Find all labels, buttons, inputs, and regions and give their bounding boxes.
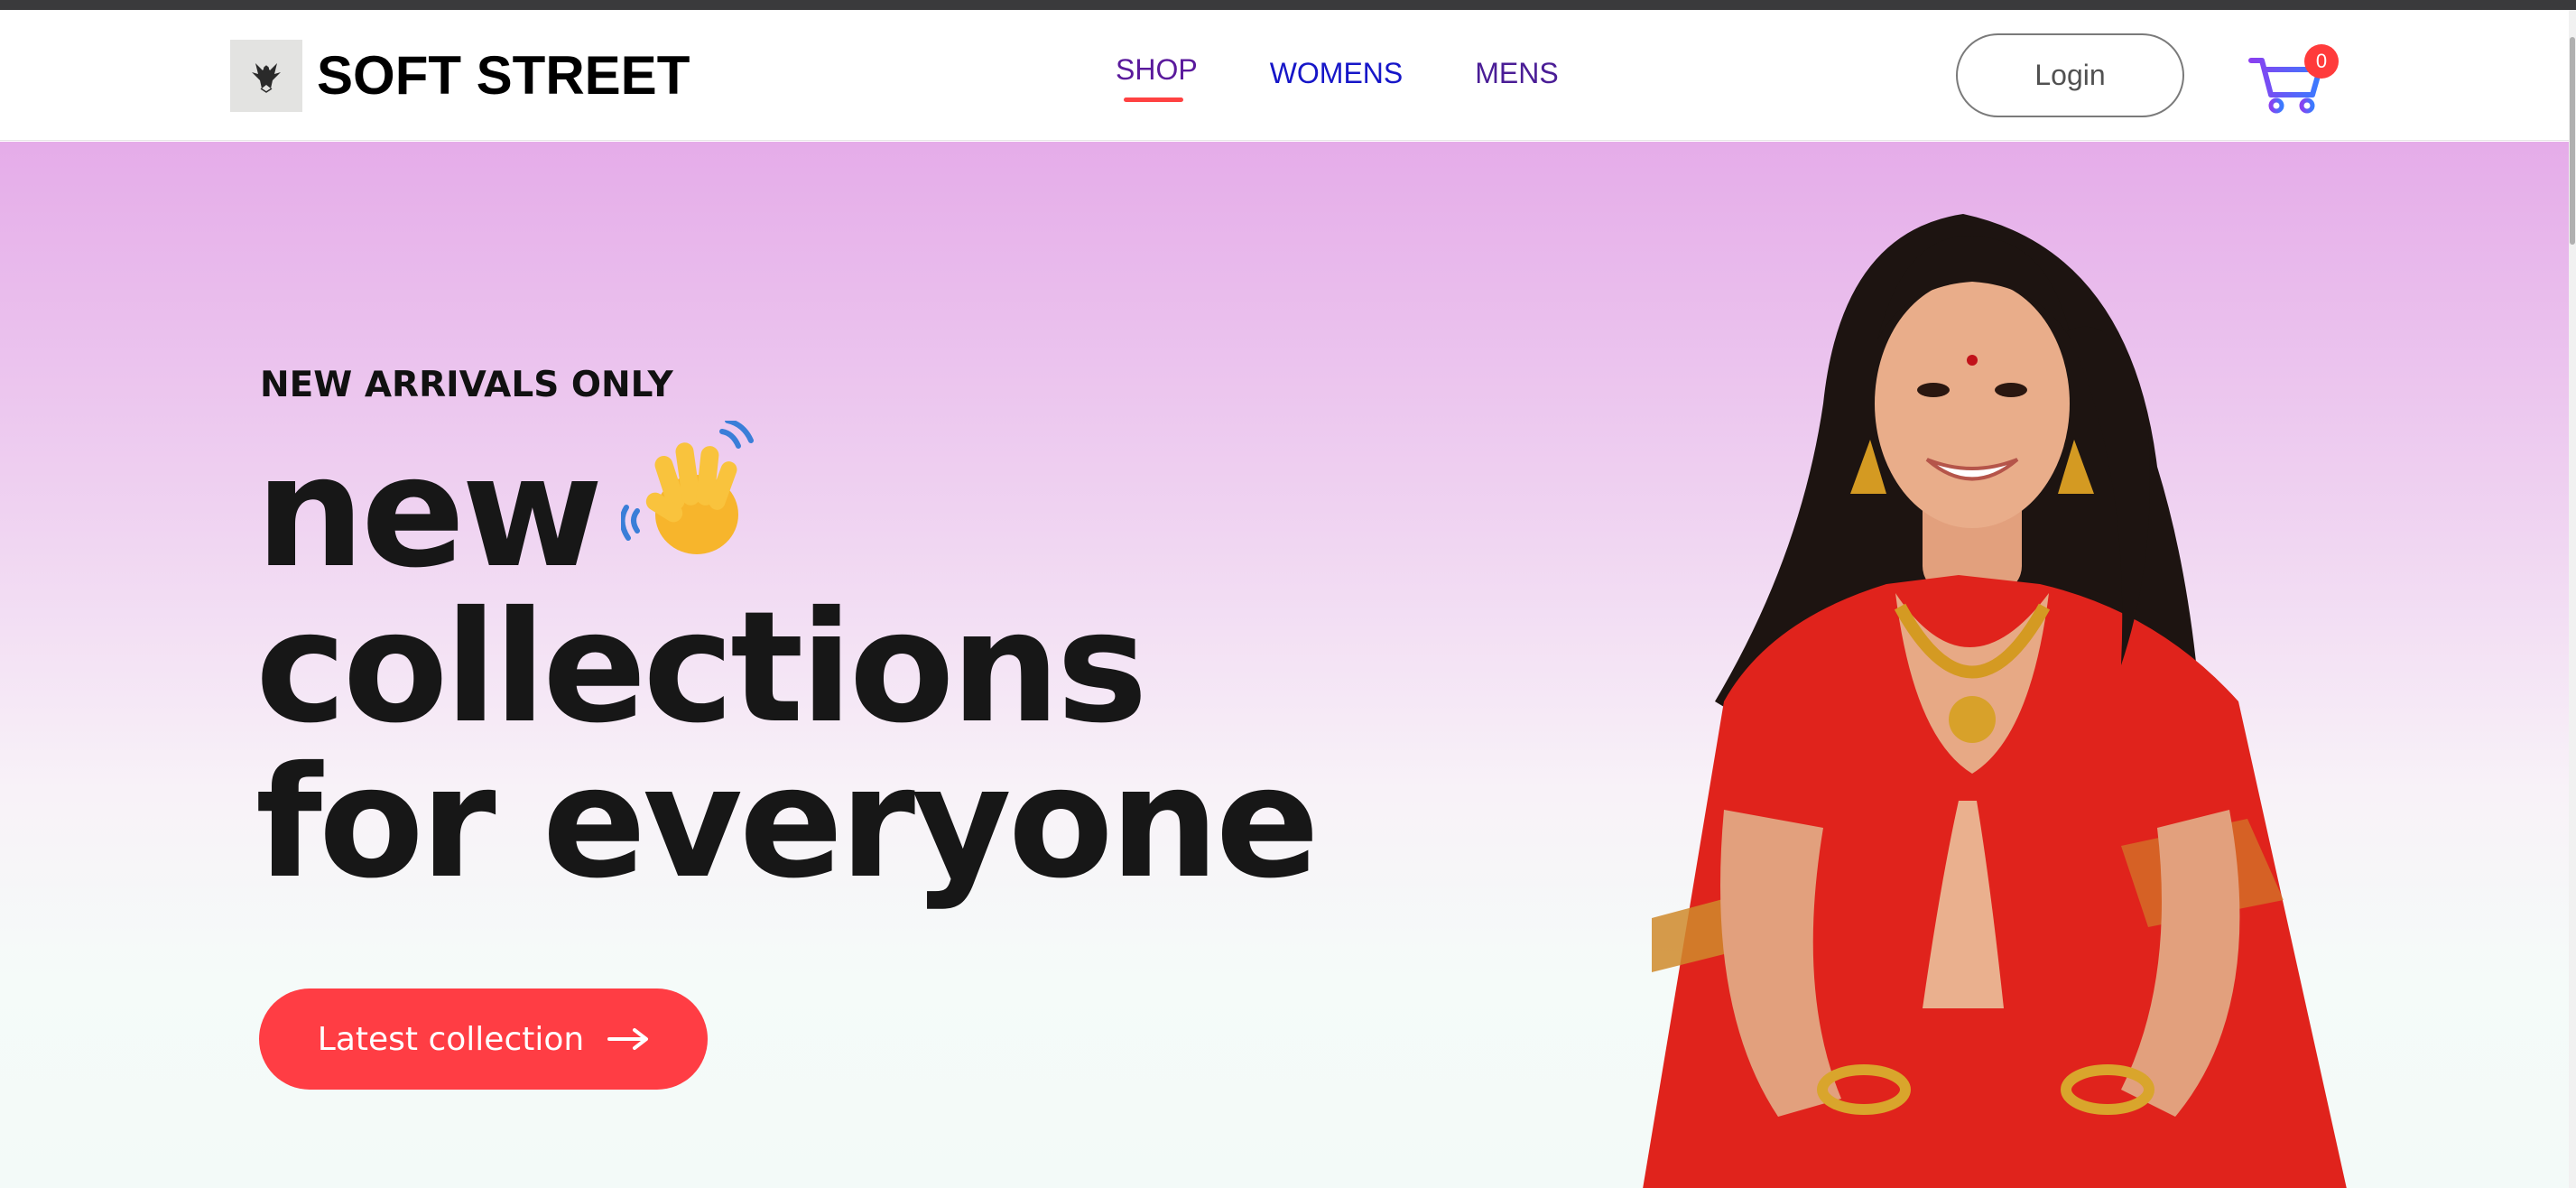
scrollbar-thumb[interactable] [2570, 37, 2575, 245]
hero-headline-line-3: for everyone [255, 734, 1320, 913]
nav-item-mens-label: MENS [1475, 57, 1559, 89]
latest-collection-button[interactable]: Latest collection [259, 988, 708, 1090]
hero-eyebrow: NEW ARRIVALS ONLY [260, 365, 673, 405]
cart-count-badge: 0 [2304, 44, 2339, 79]
nav-item-shop-label: SHOP [1116, 53, 1198, 86]
hero-model-image [1616, 196, 2392, 1188]
hero-section: NEW ARRIVALS ONLY new collections for ev… [0, 142, 2569, 1188]
arrow-right-icon [607, 1027, 649, 1051]
nav-item-mens[interactable]: MENS [1475, 55, 1558, 91]
navbar: SOFT STREET SHOP WOMENS MENS Login 0 [0, 10, 2569, 141]
cart-button[interactable]: 0 [2247, 44, 2339, 116]
eagle-emblem-icon [230, 40, 302, 112]
nav-item-womens-label: WOMENS [1269, 57, 1404, 89]
nav-item-shop[interactable]: SHOP [1116, 51, 1198, 102]
hero-headline-line-2: collections [255, 579, 1148, 757]
hero-headline: new collections for everyone [255, 417, 1320, 913]
login-button[interactable]: Login [1956, 33, 2184, 117]
latest-collection-label: Latest collection [317, 1020, 585, 1058]
nav-item-womens[interactable]: WOMENS [1270, 55, 1404, 91]
page-scrollbar[interactable] [2569, 10, 2576, 1188]
waving-hand-icon [619, 417, 765, 590]
browser-top-strip [0, 0, 2576, 10]
main-menu: SHOP WOMENS MENS [1116, 53, 1559, 102]
hero-headline-line-1: new [255, 417, 1316, 590]
active-nav-indicator [1124, 97, 1183, 102]
brand-name: SOFT STREET [317, 45, 690, 106]
brand-logo-link[interactable]: SOFT STREET [230, 40, 690, 112]
hero-headline-word-new: new [255, 423, 603, 602]
